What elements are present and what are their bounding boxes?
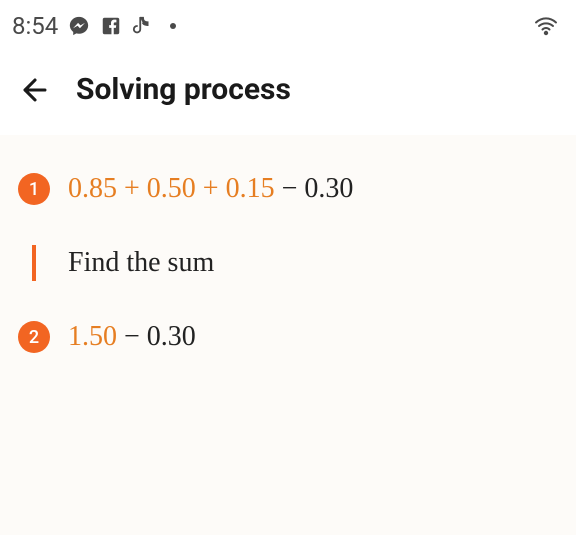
expr-rest: − 0.30 (117, 321, 196, 352)
arrow-left-icon (18, 73, 52, 107)
instruction-bar (32, 245, 36, 281)
back-button[interactable] (18, 73, 52, 107)
dot-indicator (170, 23, 176, 29)
instruction-text: Find the sum (68, 247, 214, 279)
step-2: 2 1.50 − 0.30 (18, 321, 558, 353)
content-area: 1 0.85 + 0.50 + 0.15 − 0.30 Find the sum… (0, 135, 576, 535)
facebook-icon (100, 15, 122, 37)
wifi-icon (534, 14, 558, 38)
step-expression-2: 1.50 − 0.30 (68, 321, 196, 353)
status-time: 8:54 (12, 12, 58, 40)
messenger-icon (68, 15, 90, 37)
step-badge-2: 2 (18, 321, 50, 353)
step-expression-1: 0.85 + 0.50 + 0.15 − 0.30 (68, 173, 353, 205)
header: Solving process (0, 52, 576, 135)
tiktok-icon (132, 15, 154, 37)
step-badge-1: 1 (18, 173, 50, 205)
status-bar: 8:54 (0, 0, 576, 52)
expr-highlight: 0.85 + 0.50 + 0.15 (68, 173, 275, 204)
expr-rest: − 0.30 (275, 173, 354, 204)
page-title: Solving process (76, 72, 291, 107)
instruction: Find the sum (24, 245, 558, 281)
status-left: 8:54 (12, 12, 176, 40)
step-1: 1 0.85 + 0.50 + 0.15 − 0.30 (18, 173, 558, 205)
expr-highlight: 1.50 (68, 321, 117, 352)
